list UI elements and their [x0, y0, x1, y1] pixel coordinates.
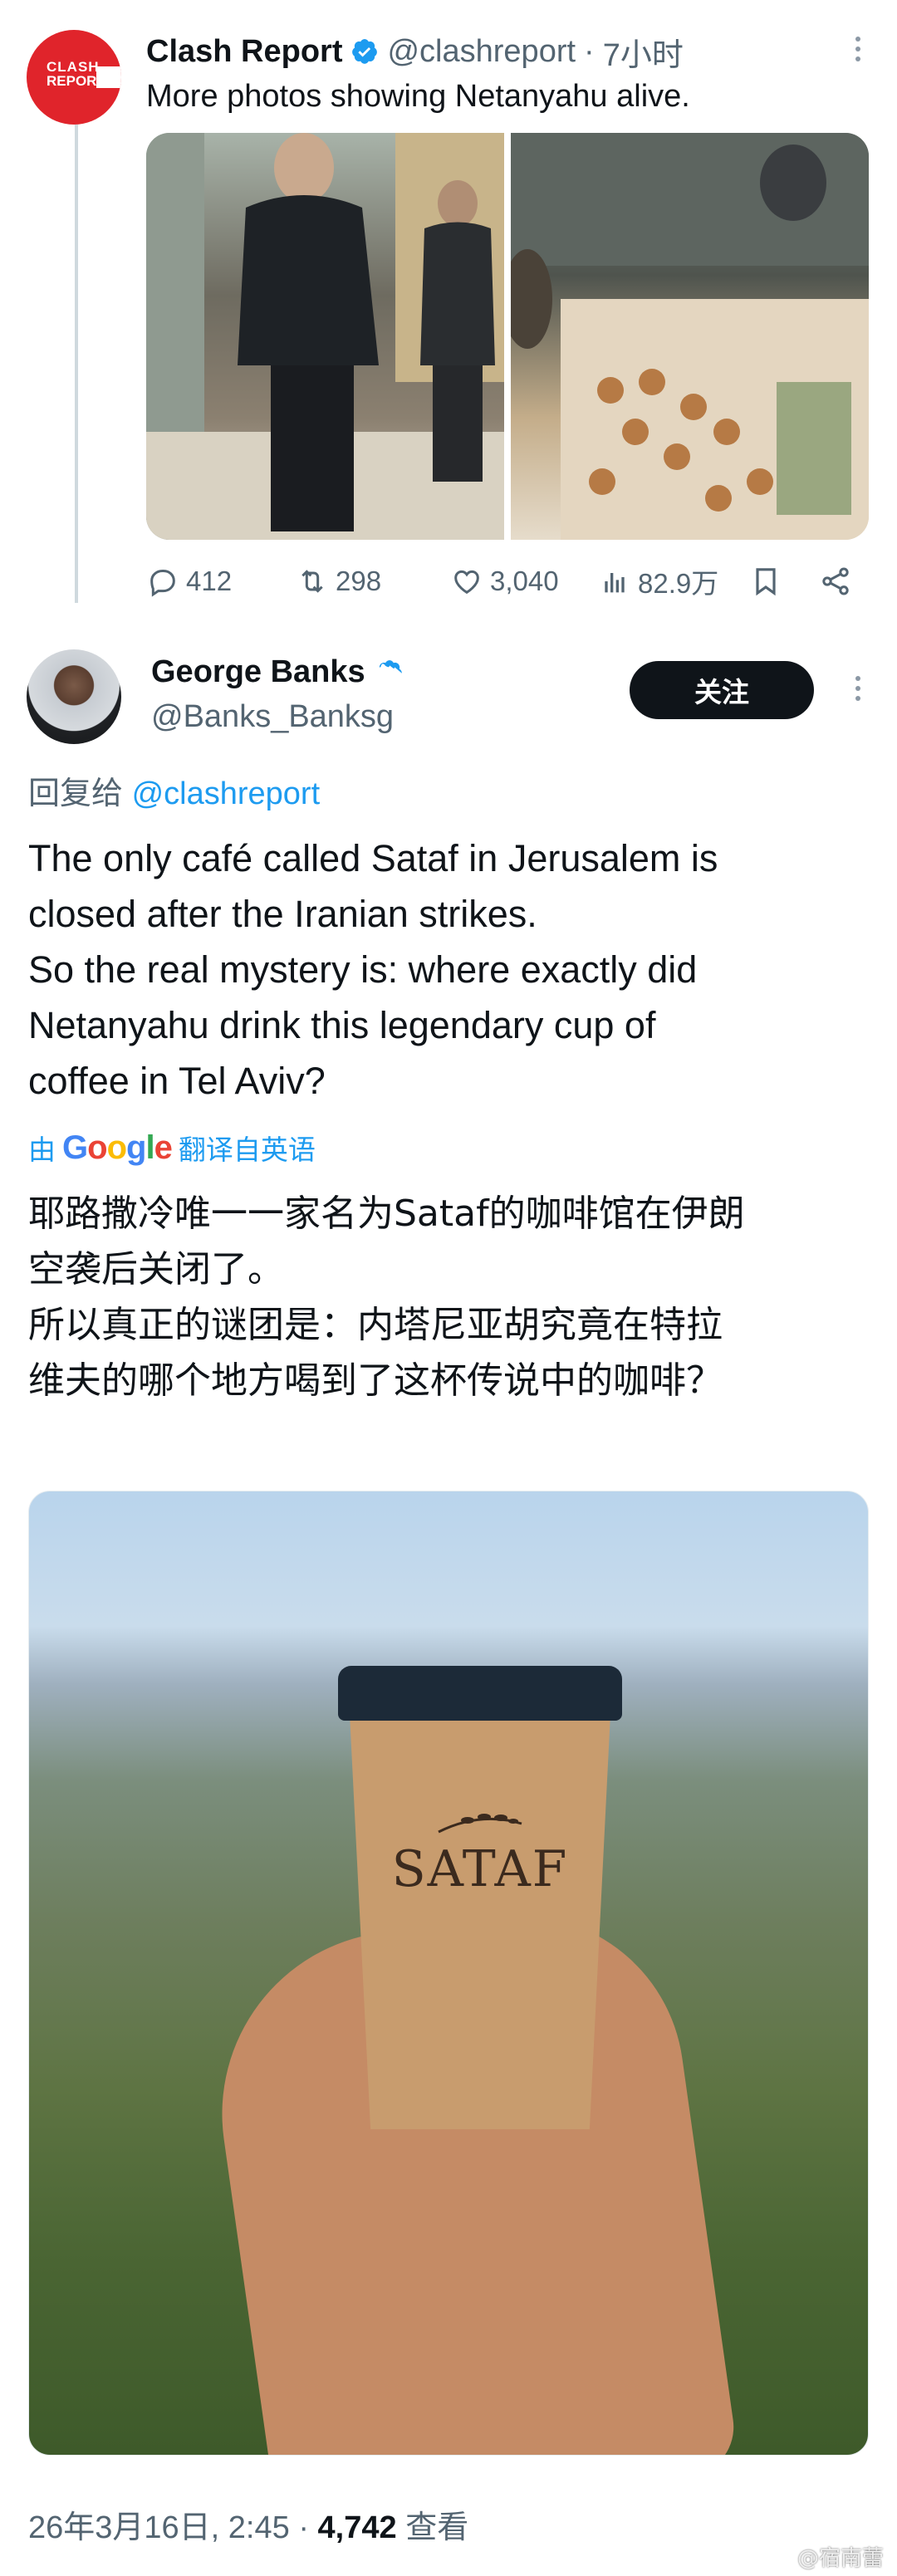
reply-icon	[150, 570, 175, 597]
translation-attribution[interactable]: 由 Google 翻译自英语	[28, 1128, 316, 1168]
follow-button[interactable]: 关注	[630, 661, 814, 719]
views-total: 4,742	[317, 2510, 397, 2545]
like-button[interactable]: 3,040	[450, 565, 559, 598]
views-label: 查看	[405, 2510, 469, 2545]
media-photo-1[interactable]	[146, 133, 504, 540]
main-author-name[interactable]: George Banks	[151, 654, 365, 690]
media-photo-2[interactable]	[511, 133, 869, 540]
quoted-author-handle[interactable]: @clashreport	[387, 34, 576, 70]
more-icon[interactable]	[855, 676, 862, 706]
like-icon	[454, 570, 479, 595]
main-tweet-text: The only café called Sataf in Jerusalem …	[28, 830, 875, 1109]
like-count: 3,040	[490, 566, 559, 596]
retweet-button[interactable]: 298	[296, 565, 381, 598]
clash-report-logo: CLASH REPORT	[47, 59, 105, 89]
clash-report-avatar[interactable]: CLASH REPORT	[27, 30, 121, 125]
cup-brand-text: SATAF	[391, 1840, 569, 1898]
retweet-count: 298	[336, 566, 382, 596]
main-author-handle[interactable]: @Banks_Banksg	[151, 699, 394, 735]
coffee-cup: SATAF	[338, 1666, 622, 2129]
quoted-tweet-header: Clash Report @clashreport · 7小时	[146, 27, 684, 76]
tweet-meta-row: 26年3月16日, 2:45 · 4,742 查看	[28, 2501, 468, 2547]
translated-line: 耶路撒冷唯一一家名为Sataf的咖啡馆在伊朗	[28, 1193, 745, 1235]
translate-by-label: 由	[28, 1134, 56, 1165]
reply-prefix: 回复给	[28, 776, 124, 811]
google-logo: Google	[62, 1129, 173, 1166]
meta-separator: ·	[298, 2510, 309, 2545]
views-button[interactable]: 82.9万	[598, 561, 718, 601]
retweet-icon	[301, 570, 323, 593]
main-tweet-author-row: George Banks	[151, 654, 404, 690]
reply-context: 回复给 @clashreport	[28, 767, 320, 813]
translated-line: 维夫的哪个地方喝到了这杯传说中的咖啡？	[28, 1359, 723, 1402]
share-icon	[822, 567, 849, 595]
thread-connector-line	[75, 125, 78, 603]
reply-count: 412	[186, 566, 233, 596]
share-button[interactable]	[819, 565, 852, 598]
tweet-timestamp[interactable]: 26年3月16日, 2:45	[28, 2510, 290, 2545]
bookmark-button[interactable]	[749, 565, 782, 598]
george-banks-avatar[interactable]	[27, 649, 121, 744]
views-count: 82.9万	[638, 568, 719, 599]
sprig-icon	[438, 1814, 522, 1834]
reply-mention-link[interactable]: @clashreport	[132, 776, 321, 811]
translated-text: 耶路撒冷唯一一家名为Sataf的咖啡馆在伊朗 空袭后关闭了。 所以真正的谜团是：…	[28, 1186, 875, 1408]
quoted-tweet-actions: 412 298 3,040 82.9万	[146, 558, 869, 605]
translated-line: 所以真正的谜团是：内塔尼亚胡究竟在特拉	[28, 1304, 723, 1346]
quoted-author-name[interactable]: Clash Report	[146, 34, 342, 70]
watermark: @宿南蕾	[797, 2546, 884, 2571]
verified-badge-icon	[379, 659, 402, 678]
views-icon	[605, 573, 625, 593]
main-tweet-photo[interactable]: SATAF	[28, 1491, 869, 2456]
tweet-text-line: Netanyahu drink this legendary cup of	[28, 1004, 656, 1046]
tweet-text-line: closed after the Iranian strikes.	[28, 893, 537, 935]
bookmark-icon	[756, 568, 776, 596]
time-separator: ·	[584, 33, 595, 69]
tweet-text-line: The only café called Sataf in Jerusalem …	[28, 837, 718, 879]
verified-badge-icon	[352, 39, 378, 64]
tweet-text-line: So the real mystery is: where exactly di…	[28, 948, 698, 991]
reply-button[interactable]: 412	[146, 565, 232, 598]
more-icon[interactable]	[855, 37, 862, 66]
quoted-tweet-media[interactable]	[146, 133, 869, 540]
translate-from-label: 翻译自英语	[178, 1134, 316, 1165]
quoted-tweet-time[interactable]: 7小时	[603, 29, 684, 75]
tweet-text-line: coffee in Tel Aviv?	[28, 1060, 326, 1102]
quoted-tweet-text: More photos showing Netanyahu alive.	[146, 79, 690, 114]
translated-line: 空袭后关闭了。	[28, 1248, 284, 1290]
